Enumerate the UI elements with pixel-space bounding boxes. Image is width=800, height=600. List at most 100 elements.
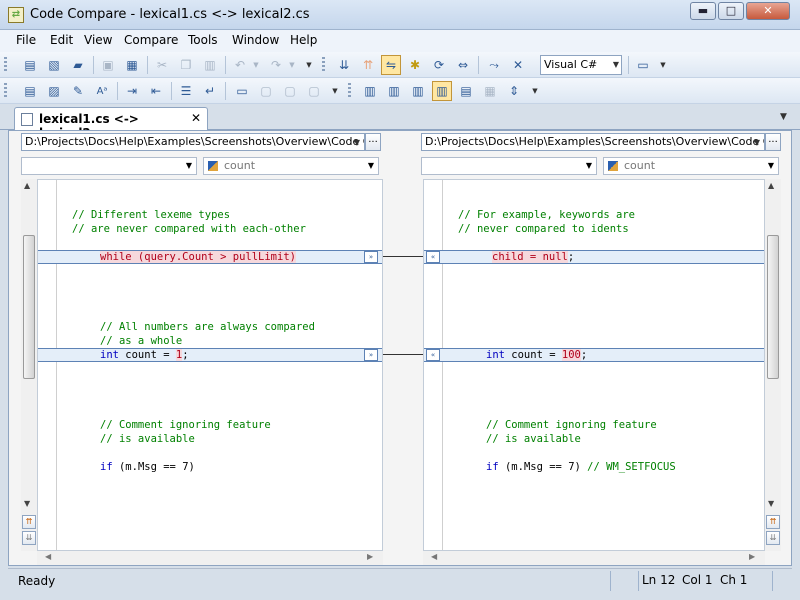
scroll-down-icon[interactable]: ▼ bbox=[768, 499, 774, 508]
open-folder-compare-icon[interactable]: ▧ bbox=[44, 55, 64, 75]
menu-window[interactable]: Window bbox=[232, 33, 279, 47]
right-type-combo[interactable]: ▼ bbox=[421, 157, 597, 175]
wrap-icon[interactable]: ↵ bbox=[200, 81, 220, 101]
report-icon[interactable]: ▭ bbox=[633, 55, 653, 75]
sync-scroll-icon[interactable]: ⇋ bbox=[381, 55, 401, 75]
outdent-icon[interactable]: ⇤ bbox=[146, 81, 166, 101]
left-overview-scrollbar[interactable]: ▲ ▼ ⇈ ⇊ bbox=[21, 179, 37, 551]
layout-horizontal-icon[interactable]: ▤ bbox=[456, 81, 476, 101]
left-scroll-thumb[interactable] bbox=[23, 235, 35, 379]
left-horizontal-scrollbar[interactable]: ◀ ▶ bbox=[37, 551, 383, 565]
menu-view[interactable]: View bbox=[84, 33, 112, 47]
scroll-down-icon[interactable]: ▼ bbox=[24, 499, 30, 508]
tab-lexical-compare[interactable]: lexical1.cs <-> lexical2.cs ✕ bbox=[14, 107, 208, 140]
tab-list-dropdown-icon[interactable]: ▼ bbox=[780, 112, 787, 122]
toolbar-overflow-icon[interactable]: ▼ bbox=[302, 55, 316, 75]
save-icon[interactable]: ▣ bbox=[98, 55, 118, 75]
right-member-combo[interactable]: count ▼ bbox=[603, 157, 779, 175]
layout-two-icon[interactable]: ▥ bbox=[384, 81, 404, 101]
align-icon[interactable]: ☰ bbox=[176, 81, 196, 101]
left-file-path[interactable]: D:\Projects\Docs\Help\Examples\Screensho… bbox=[21, 133, 365, 151]
diff-block[interactable] bbox=[424, 348, 764, 362]
scroll-left-icon[interactable]: ◀ bbox=[45, 552, 51, 561]
language-select[interactable]: Visual C# ▼ bbox=[540, 55, 622, 75]
options-icon[interactable]: ✕ bbox=[508, 55, 528, 75]
toolbar-grip[interactable] bbox=[348, 83, 351, 99]
right-overview-scrollbar[interactable]: ▲ ▼ ⇈ ⇊ bbox=[765, 179, 781, 551]
swap-panes-icon[interactable]: ⇔ bbox=[453, 55, 473, 75]
prev-change-button[interactable]: ⇈ bbox=[22, 515, 36, 529]
menu-compare[interactable]: Compare bbox=[124, 33, 178, 47]
right-horizontal-scrollbar[interactable]: ◀ ▶ bbox=[423, 551, 765, 565]
chevron-down-icon[interactable]: ▼ bbox=[354, 135, 360, 150]
split-icon[interactable]: ⇕ bbox=[504, 81, 524, 101]
status-text: Ready bbox=[18, 574, 56, 588]
close-button[interactable]: ✕ bbox=[746, 2, 790, 20]
right-browse-button[interactable]: ... bbox=[765, 133, 781, 151]
next-change-button[interactable]: ⇊ bbox=[22, 531, 36, 545]
toolbar-overflow-icon[interactable]: ▼ bbox=[656, 55, 670, 75]
cut-icon[interactable]: ✂ bbox=[152, 55, 172, 75]
close-icon[interactable]: ✕ bbox=[191, 111, 201, 125]
scroll-right-icon[interactable]: ▶ bbox=[367, 552, 373, 561]
next-difference-icon[interactable]: ⇊ bbox=[334, 55, 354, 75]
open-file-icon[interactable]: ▤ bbox=[20, 55, 40, 75]
left-browse-button[interactable]: ... bbox=[365, 133, 381, 151]
scroll-left-icon[interactable]: ◀ bbox=[431, 552, 437, 561]
merge-icon[interactable]: ⤳ bbox=[484, 55, 504, 75]
layout-merge-icon[interactable]: ▦ bbox=[480, 81, 500, 101]
copy-right-icon[interactable]: » bbox=[364, 251, 378, 263]
comment-delete-icon[interactable]: ▢ bbox=[304, 81, 324, 101]
undo-dropdown-icon[interactable]: ▼ bbox=[250, 55, 262, 75]
copy-left-icon[interactable]: « bbox=[426, 251, 440, 263]
scroll-up-icon[interactable]: ▲ bbox=[24, 181, 30, 190]
undo-icon[interactable]: ↶ bbox=[230, 55, 250, 75]
next-change-button[interactable]: ⇊ bbox=[766, 531, 780, 545]
folder-icon[interactable]: ▰ bbox=[68, 55, 88, 75]
save-all-icon[interactable]: ▦ bbox=[122, 55, 142, 75]
bookmark-icon[interactable]: ▭ bbox=[232, 81, 252, 101]
toolbar-grip[interactable] bbox=[4, 57, 7, 73]
left-editor[interactable]: // Different lexeme types // are never c… bbox=[37, 179, 383, 551]
toolbar-grip[interactable] bbox=[4, 83, 7, 99]
minimize-button[interactable]: ▬ bbox=[690, 2, 716, 20]
edit-mark-icon[interactable]: ✎ bbox=[68, 81, 88, 101]
right-editor[interactable]: // For example, keywords are // never co… bbox=[423, 179, 765, 551]
comment-next-icon[interactable]: ▢ bbox=[280, 81, 300, 101]
menu-tools[interactable]: Tools bbox=[188, 33, 218, 47]
copy-icon[interactable]: ❐ bbox=[176, 55, 196, 75]
menu-edit[interactable]: Edit bbox=[50, 33, 73, 47]
copy-left-icon[interactable]: « bbox=[426, 349, 440, 361]
menu-file[interactable]: File bbox=[16, 33, 36, 47]
prev-change-button[interactable]: ⇈ bbox=[766, 515, 780, 529]
diff-block[interactable] bbox=[424, 250, 764, 264]
previous-difference-icon[interactable]: ⇈ bbox=[358, 55, 378, 75]
highlight-icon[interactable]: ✱ bbox=[405, 55, 425, 75]
document-icon[interactable]: ▤ bbox=[20, 81, 40, 101]
redo-icon[interactable]: ↷ bbox=[266, 55, 286, 75]
format-icon[interactable]: ▨ bbox=[44, 81, 64, 101]
layout-three-icon[interactable]: ▥ bbox=[408, 81, 428, 101]
paste-icon[interactable]: ▥ bbox=[200, 55, 220, 75]
comment-icon[interactable]: ▢ bbox=[256, 81, 276, 101]
redo-dropdown-icon[interactable]: ▼ bbox=[286, 55, 298, 75]
toolbar-overflow-icon[interactable]: ▼ bbox=[528, 81, 542, 101]
right-file-path[interactable]: D:\Projects\Docs\Help\Examples\Screensho… bbox=[421, 133, 765, 151]
chevron-down-icon[interactable]: ▼ bbox=[754, 135, 760, 150]
font-icon[interactable]: Aᵃ bbox=[92, 81, 112, 101]
copy-right-icon[interactable]: » bbox=[364, 349, 378, 361]
scroll-right-icon[interactable]: ▶ bbox=[749, 552, 755, 561]
scroll-up-icon[interactable]: ▲ bbox=[768, 181, 774, 190]
diff-block[interactable] bbox=[38, 348, 382, 362]
right-scroll-thumb[interactable] bbox=[767, 235, 779, 379]
maximize-button[interactable]: □ bbox=[718, 2, 744, 20]
toolbar-grip[interactable] bbox=[322, 57, 325, 73]
layout-side-by-side-icon[interactable]: ▥ bbox=[432, 81, 452, 101]
left-member-combo[interactable]: count ▼ bbox=[203, 157, 379, 175]
layout-one-icon[interactable]: ▥ bbox=[360, 81, 380, 101]
toolbar-overflow-icon[interactable]: ▼ bbox=[328, 81, 342, 101]
left-type-combo[interactable]: ▼ bbox=[21, 157, 197, 175]
refresh-icon[interactable]: ⟳ bbox=[429, 55, 449, 75]
menu-help[interactable]: Help bbox=[290, 33, 317, 47]
indent-icon[interactable]: ⇥ bbox=[122, 81, 142, 101]
